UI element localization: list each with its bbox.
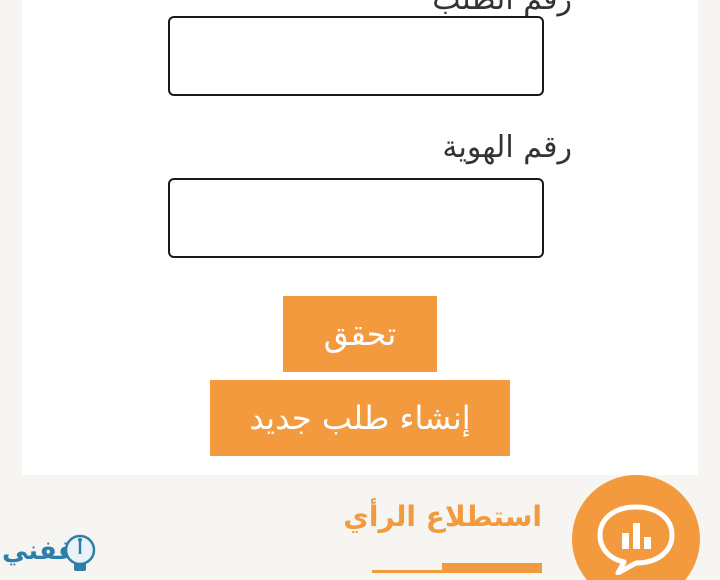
id-number-label: رقم الهوية <box>442 130 572 165</box>
lightbulb-icon <box>64 534 96 571</box>
poll-title: استطلاع الرأي <box>343 500 542 533</box>
chat-bar-chart-icon <box>597 504 675 575</box>
page: رقم الطلب رقم الهوية تحقق إنشاء طلب جديد… <box>0 0 720 580</box>
id-number-field[interactable] <box>168 178 544 258</box>
poll-badge[interactable] <box>572 475 700 580</box>
create-new-request-button[interactable]: إنشاء طلب جديد <box>210 380 510 456</box>
request-number-label: رقم الطلب <box>432 0 572 17</box>
verify-button[interactable]: تحقق <box>283 296 437 372</box>
site-logo[interactable]: ثقفني <box>2 530 100 578</box>
poll-title-underline-accent <box>442 563 542 573</box>
request-number-field[interactable] <box>168 16 544 96</box>
